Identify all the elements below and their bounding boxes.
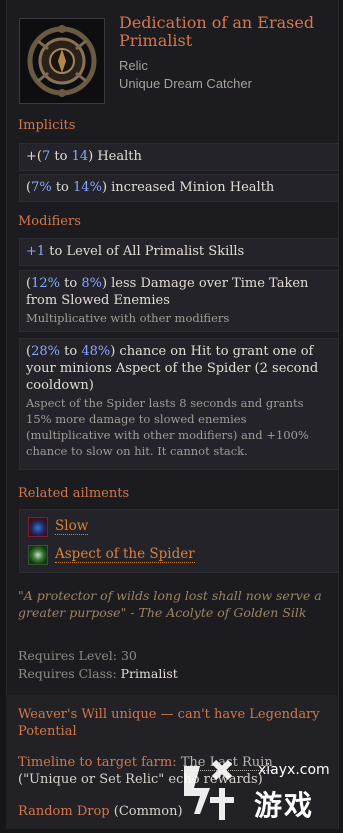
modifier-note: Multiplicative with other modifiers: [26, 311, 230, 325]
site-watermark: xiayx.com 游戏: [170, 744, 343, 829]
watermark-logo-text: 游戏: [254, 789, 315, 822]
modifier-dot-taken: (12% to 8%) less Damage over Time Taken …: [19, 270, 339, 332]
modifiers-heading: Modifiers: [18, 214, 81, 229]
item-title: Dedication of an Erased Primalist: [119, 13, 315, 50]
watermark-site: xiayx.com: [258, 762, 330, 778]
ailment-aspect-spider[interactable]: Aspect of the Spider: [28, 544, 195, 566]
modifier-skill-level: +1 to Level of All Primalist Skills: [19, 238, 339, 266]
dream-catcher-icon: [27, 25, 97, 97]
implicits-heading: Implicits: [18, 118, 76, 133]
slow-icon: [28, 517, 48, 537]
ailment-slow[interactable]: Slow: [28, 516, 89, 538]
weaver-note: Weaver's Will unique — can't have Legend…: [18, 707, 320, 739]
modifier-aspect-spider: (28% to 48%) chance on Hit to grant one …: [19, 338, 339, 470]
implicit-health: +(7 to 14) Health: [19, 143, 339, 171]
requires-level: Requires Level: 30: [18, 648, 137, 663]
modifier-note: Aspect of the Spider lasts 8 seconds and…: [26, 396, 309, 458]
item-icon: [19, 18, 105, 104]
item-type: Relic: [119, 58, 148, 73]
ailments-heading: Related ailments: [18, 486, 130, 501]
ailment-label: Slow: [55, 518, 89, 535]
lore-text: "A protector of wilds long lost shall no…: [18, 588, 322, 620]
spider-icon: [28, 545, 48, 565]
requires-class: Requires Class: Primalist: [18, 666, 178, 681]
implicit-minion-health: (7% to 14%) increased Minion Health: [19, 174, 339, 202]
item-subtype: Unique Dream Catcher: [119, 76, 252, 91]
ailment-label: Aspect of the Spider: [55, 546, 195, 563]
